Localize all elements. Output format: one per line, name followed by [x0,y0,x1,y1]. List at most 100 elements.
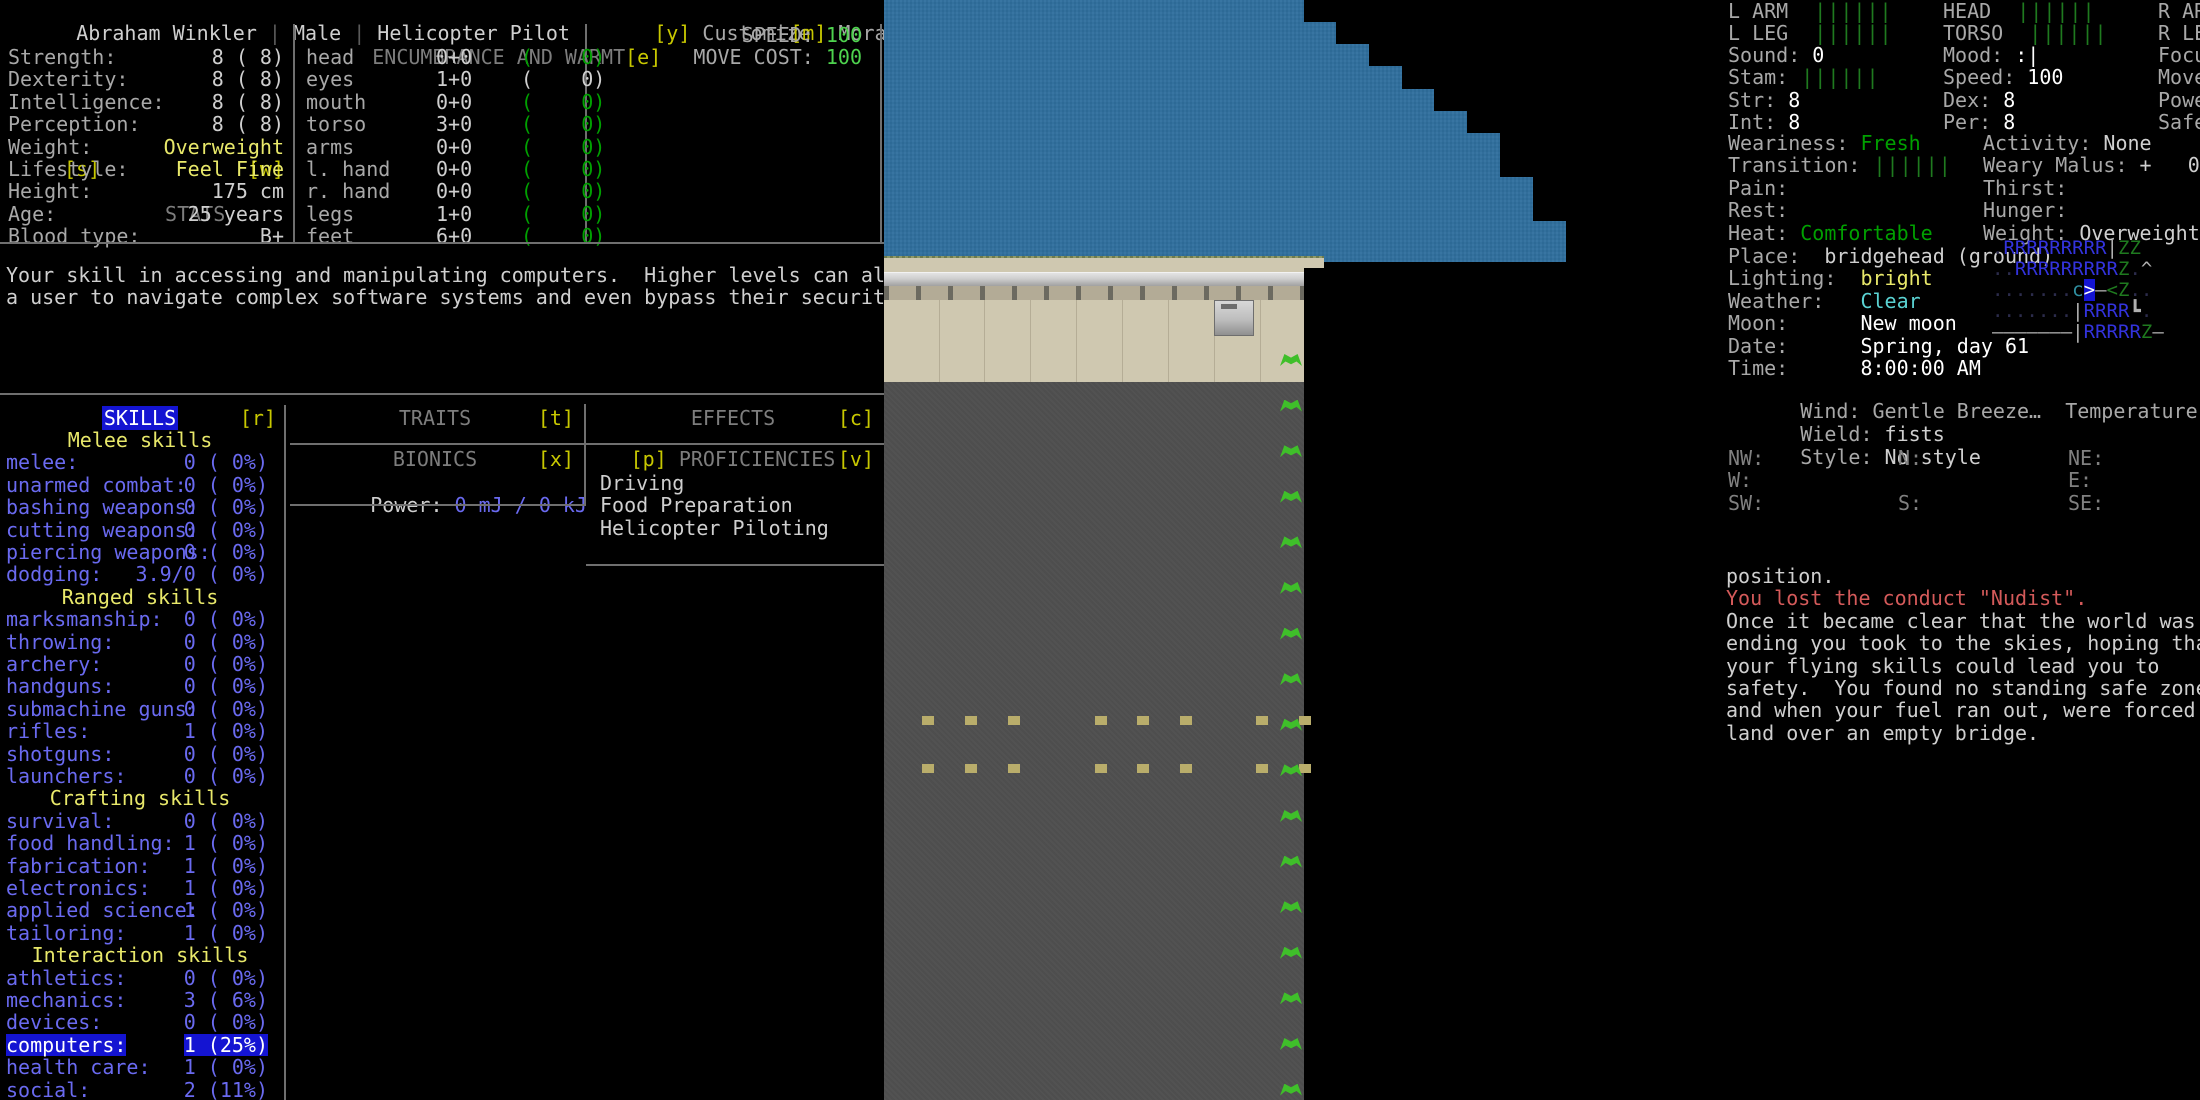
warmth-value: ( 0) [521,224,606,249]
sidebar-stat-cell: Focus: 100 [2158,44,2200,66]
crate-tile[interactable] [1214,300,1254,336]
minimap-char: — [2152,321,2164,343]
grass-tile [1280,489,1302,505]
encumbrance-part: eyes [306,67,355,92]
skill-label[interactable]: fabrication: [6,854,151,877]
effects-title: EFFECTS [690,406,776,430]
grass-tile [1280,945,1302,961]
effects-panel[interactable]: EFFECTS [c] [586,404,886,445]
encumbrance-row: torso 3+0 ( 0) [306,113,605,136]
road-dash [965,764,977,773]
encumbrance-part: head [306,45,355,69]
stat-value: 8 ( 8) [211,89,284,114]
stat-label: Weight: [8,134,93,159]
skill-label[interactable]: unarmed combat: [6,473,187,496]
unseen-area-2 [1336,22,1720,44]
skill-value: 1 ( 0%) [183,719,268,744]
sidebar-status-label: Activity: [1983,131,2092,155]
minimap-row: .......|RRRR┗. [1992,301,2152,322]
skill-label[interactable]: bashing weapons: [6,496,199,519]
proficiencies-key-left[interactable]: [p] [631,447,667,471]
skill-value: 1 ( 0%) [183,876,268,900]
traits-panel[interactable]: TRAITS [t] [290,404,586,445]
skill-label[interactable]: rifles: [6,720,90,743]
skill-label[interactable]: cutting weapons: [6,518,199,541]
minimap-char: Z [2117,237,2130,259]
skill-group-header: Crafting skills [49,786,231,811]
skill-label[interactable]: electronics: [6,877,151,900]
deck-seam [1076,300,1077,384]
bionics-key[interactable]: [x] [538,448,574,471]
skill-label[interactable]: mechanics: [6,989,126,1012]
skill-label[interactable]: throwing: [6,630,114,653]
minimap-char: Z [2117,279,2130,301]
skill-label[interactable]: archery: [6,653,102,676]
skill-label[interactable]: melee: [6,451,78,474]
skill-label[interactable]: piercing weapons: [6,541,211,564]
stat-row: Blood type: B+ [8,225,284,248]
log-message: position. [1726,564,1835,588]
skill-value: 0 ( 0%) [183,472,268,497]
encumbrance-value: 1+0 [436,201,473,226]
log-message: You lost the conduct "Nudist". [1726,586,2088,611]
skill-label[interactable]: handguns: [6,675,114,698]
skills-key[interactable]: [r] [240,407,276,430]
minimap-char: R [2037,237,2050,259]
skill-label[interactable]: food handling: [6,832,175,855]
effects-key[interactable]: [c] [838,407,874,430]
style-row: Style: No style [1728,424,1981,491]
unseen-area-12 [1566,242,1720,268]
traits-key[interactable]: [t] [538,407,574,430]
skill-label[interactable]: launchers: [6,765,126,788]
skill-label[interactable]: applied science: [6,899,199,922]
map-viewport[interactable] [884,0,1720,1100]
minimap-char: — [2026,321,2038,343]
skill-label[interactable]: health care: [6,1056,151,1079]
minimap-char: . [1992,258,2004,280]
skill-value: 0 ( 0%) [183,607,268,632]
stat-label: Height: [8,179,93,204]
minimap-char: Z [2140,321,2153,343]
proficiency-item[interactable]: Driving [600,472,684,495]
proficiency-item[interactable]: Food Preparation [600,494,793,517]
minimap-char: R [2095,321,2107,343]
skill-label[interactable]: marksmanship: [6,608,163,631]
minimap-row: ..RRRRRRRRRZ.^ [1992,259,2152,280]
sidebar-stat-value: 8 [1776,87,1801,112]
minimap-char: ┗ [2129,300,2141,322]
minimap-char: R [2014,258,2027,280]
skill-label[interactable]: computers: [6,1033,127,1056]
desc-bottom-border [0,393,884,395]
unseen-area-11 [1566,221,1720,242]
skill-value: 1 (25%) [183,1032,268,1057]
skill-label[interactable]: social: [6,1078,90,1100]
skill-label[interactable]: survival: [6,809,114,832]
proficiencies-panel[interactable]: [p] PROFICIENCIES [v] Driving Food Prepar… [586,445,886,566]
minimap-char: R [2060,258,2073,280]
skill-label[interactable]: athletics: [6,966,126,989]
speed-row: SPEED: 100 [592,24,862,46]
skill-label[interactable]: devices: [6,1011,102,1034]
traits-title-row: TRAITS [t] [290,407,580,430]
road-dash [1095,716,1107,725]
body-part-row: R ARM |||||| [2158,0,2200,22]
skill-label[interactable]: dodging: [6,563,102,586]
skill-value: 0 ( 0%) [183,540,268,564]
proficiency-item[interactable]: Helicopter Piloting [600,516,829,539]
encumbrance-row: legs 1+0 ( 0) [306,201,605,226]
bionics-panel[interactable]: BIONICS [x] Power: 0 mJ / 0 kJ [290,445,587,517]
sidebar-status-value: + 0% [2139,153,2200,178]
skill-label[interactable]: tailoring: [6,921,126,944]
road-dash [922,716,934,725]
encumbrance-row: head 0+0( 0) [306,45,605,69]
minimap-char: R [2083,237,2096,259]
skill-label[interactable]: shotguns: [6,742,114,765]
proficiencies-key-right[interactable]: [v] [838,448,874,471]
minimap-char: R [2026,237,2038,259]
body-part-row: HEAD |||||| [1943,0,2096,22]
skill-label[interactable]: submachine guns: [6,697,199,720]
body-part-bars: |||||| [1788,0,1893,23]
skills-panel[interactable]: SKILLS [r] Melee skills melee: 0 ( 0%) unar… [0,405,288,1100]
minimap-char: . [2037,300,2050,322]
environment-value: Clear [1824,288,1921,313]
